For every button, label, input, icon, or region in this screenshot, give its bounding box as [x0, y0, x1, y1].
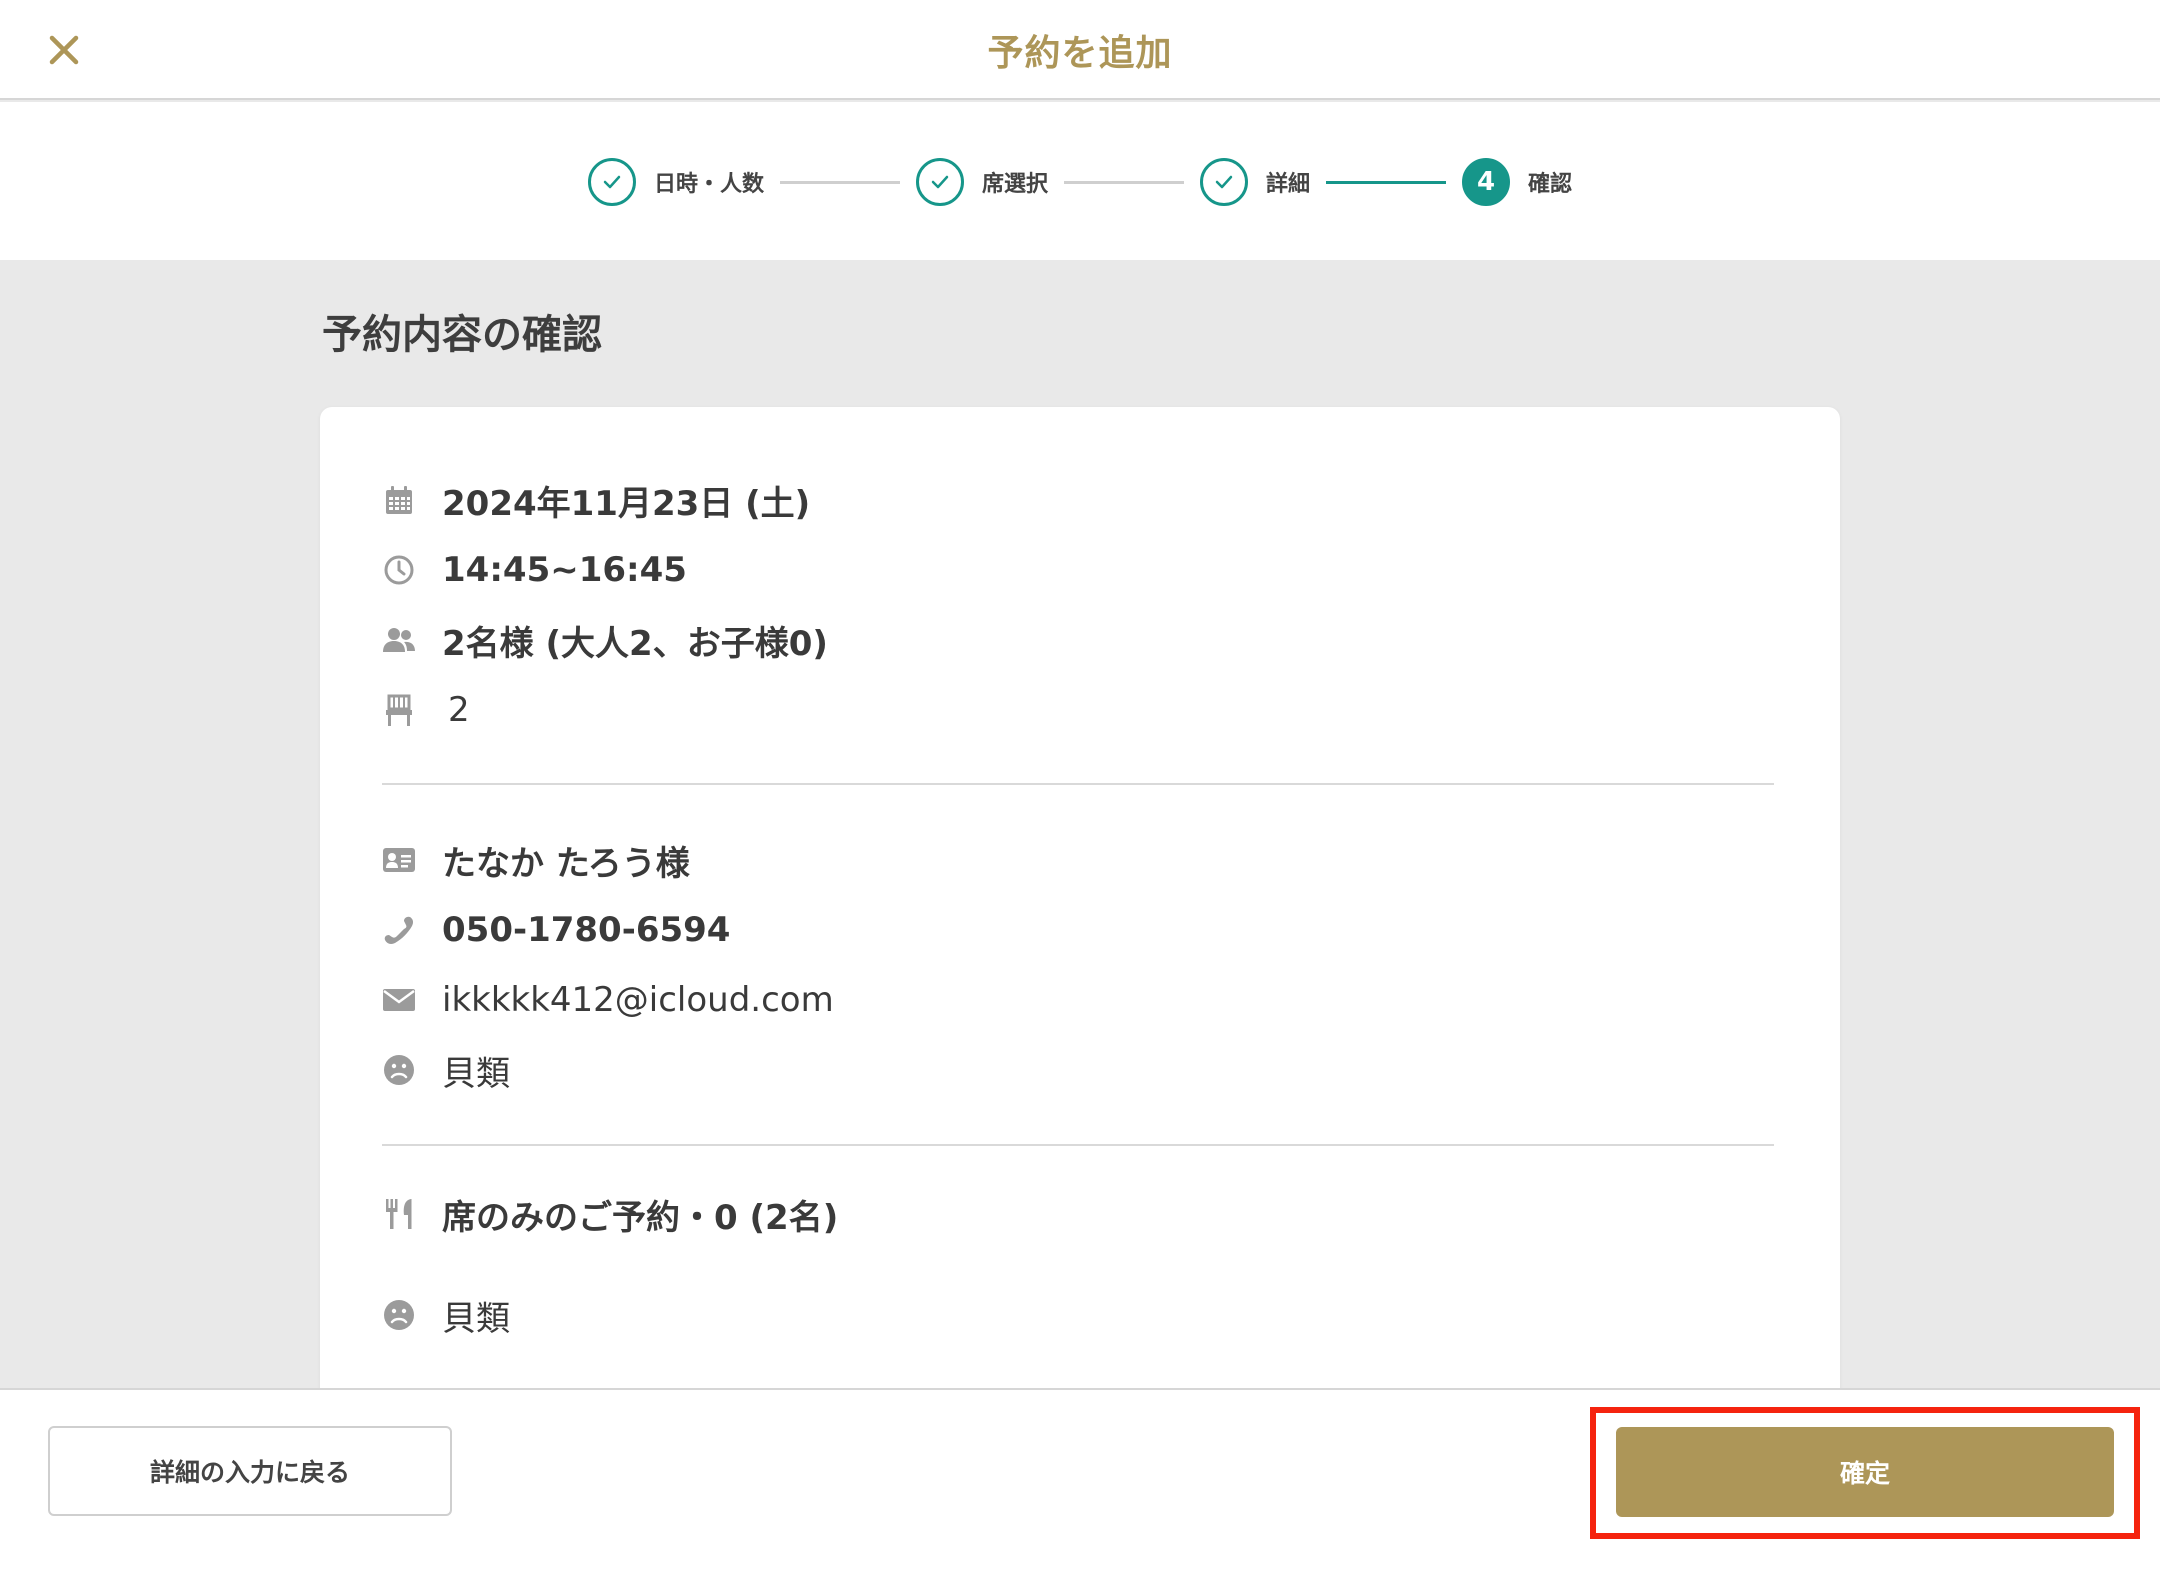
clock-icon: [382, 553, 416, 587]
step-check-icon: [1200, 158, 1249, 206]
step-label: 日時・人数: [654, 172, 765, 197]
course-name: 席のみのご予約・0 (2名): [442, 1197, 839, 1238]
guests-row: 2名様 (大人2、お子様0): [382, 615, 828, 665]
step-number: 4: [1462, 158, 1511, 206]
step-connector: [780, 180, 901, 184]
back-to-details-button[interactable]: 詳細の入力に戻る: [48, 1426, 452, 1516]
time-row: 14:45~16:45: [382, 545, 687, 595]
step-connector: [1326, 180, 1447, 184]
step-datetime: 日時・人数: [588, 158, 764, 206]
confirm-button[interactable]: 確定: [1616, 1427, 2114, 1517]
chair-icon: [382, 693, 416, 727]
course-allergy-row: 貝類: [382, 1290, 510, 1340]
sad-face-icon: [382, 1298, 416, 1332]
phone-icon: [382, 913, 416, 947]
calendar-icon: [382, 483, 416, 517]
step-seat: 席選択: [916, 158, 1048, 206]
allergy-row: 貝類: [382, 1045, 510, 1095]
email-row: ikkkkk412@icloud.com: [382, 975, 834, 1025]
name-row: たなか たろう様: [382, 835, 690, 885]
step-connector: [1064, 180, 1185, 184]
divider: [382, 783, 1774, 785]
guest-count: 2名様 (大人2、お子様0): [442, 623, 828, 664]
mail-icon: [382, 983, 416, 1017]
step-check-icon: [916, 158, 965, 206]
sad-face-icon: [382, 1053, 416, 1087]
stepper-bar: 日時・人数 席選択 詳細 4 確認: [0, 102, 2160, 260]
utensils-icon: [382, 1197, 416, 1231]
customer-email: ikkkkk412@icloud.com: [442, 980, 834, 1020]
section-title: 予約内容の確認: [322, 312, 602, 358]
phone-row: 050-1780-6594: [382, 905, 730, 955]
course-row: 席のみのご予約・0 (2名): [382, 1189, 838, 1239]
stepper: 日時・人数 席選択 詳細 4 確認: [588, 157, 1572, 207]
course-allergy: 貝類: [442, 1298, 510, 1339]
customer-name: たなか たろう様: [442, 843, 690, 884]
date-row: 2024年11月23日 (土): [382, 475, 810, 525]
customer-phone: 050-1780-6594: [442, 910, 731, 950]
step-details: 詳細: [1200, 158, 1310, 206]
step-confirm: 4 確認: [1462, 158, 1572, 206]
seat-row: 2: [382, 685, 470, 735]
seat-number: 2: [448, 690, 470, 730]
reservation-date: 2024年11月23日 (土): [442, 483, 811, 524]
divider: [382, 1144, 1774, 1146]
reservation-summary-card: 2024年11月23日 (土) 14:45~16:45 2名様 (大人2、お子様…: [320, 407, 1840, 1407]
step-label: 席選択: [982, 172, 1049, 197]
people-icon: [382, 623, 416, 657]
footer-bar: 詳細の入力に戻る 確定: [0, 1388, 2160, 1580]
header: 予約を追加: [0, 0, 2160, 100]
id-card-icon: [382, 843, 416, 877]
reservation-time: 14:45~16:45: [442, 550, 687, 590]
step-label: 確認: [1528, 172, 1573, 197]
customer-allergy: 貝類: [442, 1053, 510, 1094]
step-check-icon: [588, 158, 636, 206]
page-title: 予約を追加: [987, 33, 1173, 74]
step-label: 詳細: [1266, 172, 1311, 197]
